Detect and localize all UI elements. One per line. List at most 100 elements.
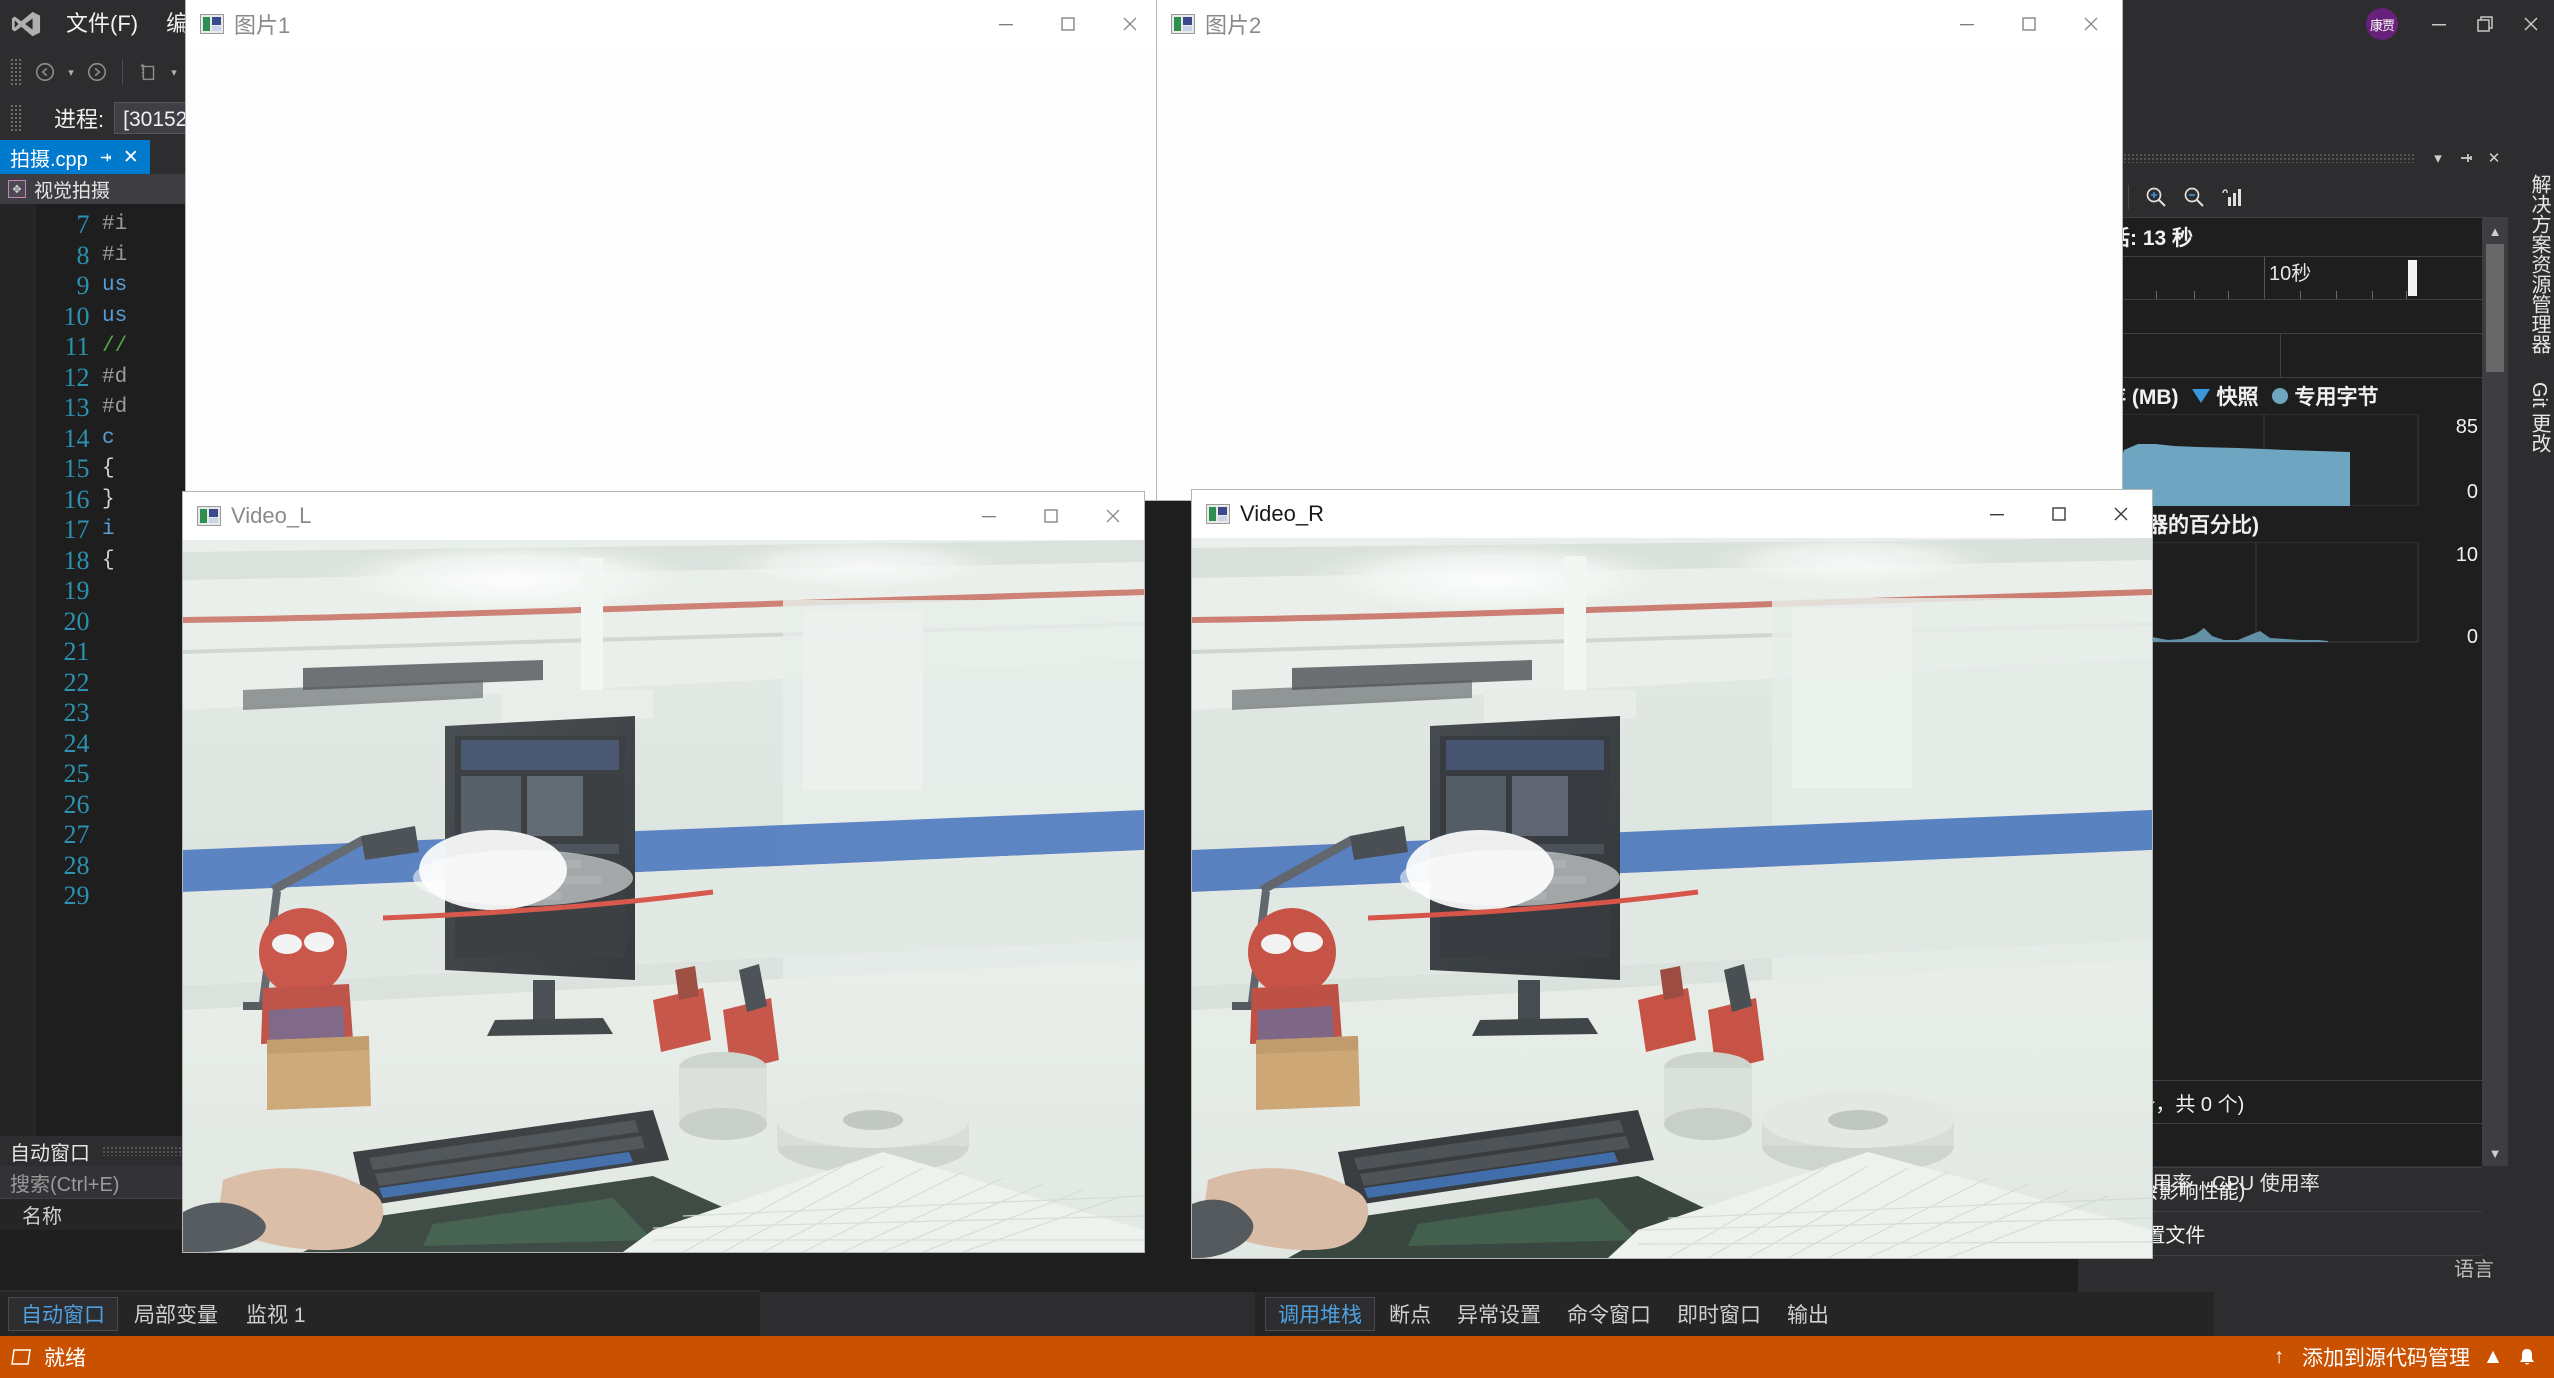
- maximize-icon[interactable]: [1998, 0, 2060, 48]
- timeline-tick: [2336, 291, 2337, 299]
- camera-feed-right[interactable]: [1192, 538, 2152, 1258]
- tab-autos[interactable]: 自动窗口: [8, 1297, 118, 1331]
- private-bytes-marker-icon: [2272, 388, 2288, 404]
- diagnostic-scrollbar[interactable]: ▲ ▼: [2482, 218, 2508, 1166]
- autos-panel-title: 自动窗口: [10, 1137, 90, 1166]
- minimize-icon[interactable]: [958, 492, 1020, 540]
- close-icon[interactable]: [1082, 492, 1144, 540]
- navigate-backward-dropdown-icon[interactable]: ▾: [62, 55, 80, 89]
- nav-scope-label[interactable]: 视觉拍摄: [34, 176, 110, 203]
- pin-icon[interactable]: [98, 150, 113, 165]
- source-control-label[interactable]: 添加到源代码管理: [2302, 1342, 2470, 1372]
- close-icon[interactable]: [2060, 0, 2122, 48]
- pin-icon[interactable]: [2452, 144, 2480, 172]
- window-titlebar[interactable]: 图片1: [186, 0, 1161, 48]
- tab-exception-settings[interactable]: 异常设置: [1445, 1297, 1553, 1331]
- window-video-l[interactable]: Video_L: [183, 492, 1144, 1252]
- scrollbar-thumb[interactable]: [2486, 244, 2504, 372]
- line-number: 12: [36, 363, 96, 394]
- diagnostic-timeline[interactable]: 10秒: [2078, 256, 2482, 300]
- glyph-margin[interactable]: [0, 204, 36, 1258]
- window-pic2[interactable]: 图片2: [1157, 0, 2122, 500]
- window-pic1[interactable]: 图片1: [186, 0, 1161, 500]
- line-number: 9: [36, 271, 96, 302]
- chevron-up-icon[interactable]: ▲: [2482, 1346, 2504, 1368]
- toolbar-grip[interactable]: [10, 58, 22, 86]
- window-titlebar[interactable]: Video_L: [183, 492, 1144, 540]
- window-content[interactable]: [1157, 48, 2122, 500]
- zoom-out-icon[interactable]: [2177, 180, 2211, 214]
- panel-dropdown-icon[interactable]: ▾: [2424, 144, 2452, 172]
- restore-icon[interactable]: [2462, 0, 2508, 48]
- window-video-r[interactable]: Video_R: [1192, 490, 2152, 1258]
- avatar[interactable]: 康贾: [2366, 8, 2398, 40]
- camera-image: [1192, 538, 2152, 1258]
- window-title: Video_L: [231, 503, 311, 529]
- tab-output[interactable]: 输出: [1775, 1297, 1841, 1331]
- close-icon[interactable]: ✕: [123, 148, 139, 167]
- opencv-window-icon: [197, 506, 221, 526]
- maximize-icon[interactable]: [1020, 492, 1082, 540]
- process-memory-lane[interactable]: [2078, 334, 2482, 378]
- close-icon[interactable]: [1099, 0, 1161, 48]
- close-icon[interactable]: [2090, 490, 2152, 538]
- timeline-tick: [2194, 291, 2195, 299]
- memory-chart-title: 内存 (MB) 快照 专用字节: [2078, 378, 2482, 414]
- timeline-cursor[interactable]: [2408, 260, 2417, 296]
- legend-private-bytes[interactable]: 专用字节: [2272, 381, 2378, 411]
- close-icon[interactable]: ✕: [2480, 144, 2508, 172]
- title-bar-right: 康贾: [2366, 0, 2554, 48]
- panel-drag-dots[interactable]: [2119, 153, 2414, 163]
- bell-icon[interactable]: [2516, 1346, 2538, 1368]
- tab-call-stack[interactable]: 调用堆栈: [1265, 1297, 1375, 1331]
- vtab-git-changes[interactable]: Git 更改: [2508, 368, 2554, 467]
- line-number: 7: [36, 210, 96, 241]
- tab-command-window[interactable]: 命令窗口: [1555, 1297, 1663, 1331]
- line-number: 10: [36, 302, 96, 333]
- window-titlebar[interactable]: Video_R: [1192, 490, 2152, 538]
- tab-watch-1[interactable]: 监视 1: [234, 1297, 318, 1331]
- window-title: Video_R: [1240, 501, 1324, 527]
- new-item-icon[interactable]: [131, 55, 165, 89]
- tab-immediate-window[interactable]: 即时窗口: [1665, 1297, 1773, 1331]
- maximize-icon[interactable]: [2028, 490, 2090, 538]
- ready-icon: [10, 1346, 32, 1368]
- legend-snapshot[interactable]: 快照: [2192, 381, 2258, 411]
- opencv-window-icon: [200, 14, 224, 34]
- minimize-icon[interactable]: [975, 0, 1037, 48]
- line-number: 16: [36, 485, 96, 516]
- right-tool-tab-strip: 解决方案资源管理器 Git 更改: [2508, 140, 2554, 1292]
- line-number: 26: [36, 790, 96, 821]
- scroll-up-icon[interactable]: ▲: [2482, 218, 2508, 244]
- navigate-backward-icon[interactable]: [28, 55, 62, 89]
- snapshot-marker-icon: [2192, 389, 2210, 403]
- vtab-solution-explorer[interactable]: 解决方案资源管理器: [2508, 160, 2554, 368]
- events-lane[interactable]: [2078, 300, 2482, 334]
- camera-feed-left[interactable]: [183, 540, 1144, 1252]
- window-title: 图片1: [234, 8, 290, 40]
- zoom-in-icon[interactable]: [2139, 180, 2173, 214]
- process-bar-grip[interactable]: [10, 104, 22, 132]
- tab-paishe-cpp[interactable]: 拍摄.cpp ✕: [0, 140, 150, 174]
- maximize-icon[interactable]: [1037, 0, 1099, 48]
- new-item-dropdown-icon[interactable]: ▾: [165, 55, 183, 89]
- diagnostic-tools-header: 具 ▾ ✕: [2078, 140, 2508, 176]
- line-number: 19: [36, 576, 96, 607]
- minimize-icon[interactable]: [1966, 490, 2028, 538]
- minimize-icon[interactable]: [1936, 0, 1998, 48]
- window-content[interactable]: [186, 48, 1161, 500]
- window-titlebar[interactable]: 图片2: [1157, 0, 2122, 48]
- cpu-axis-max: 10: [2456, 544, 2478, 567]
- memory-axis-max: 85: [2456, 416, 2478, 439]
- scroll-down-icon[interactable]: ▼: [2482, 1140, 2508, 1166]
- tab-locals[interactable]: 局部变量: [122, 1297, 230, 1331]
- close-icon[interactable]: [2508, 0, 2554, 48]
- navigate-forward-icon[interactable]: [80, 55, 114, 89]
- minimize-icon[interactable]: [2416, 0, 2462, 48]
- line-number: 14: [36, 424, 96, 455]
- tab-breakpoints[interactable]: 断点: [1377, 1297, 1443, 1331]
- debug-tab-strip: 调用堆栈 断点 异常设置 命令窗口 即时窗口 输出: [1255, 1292, 2214, 1336]
- menu-file[interactable]: 文件(F): [52, 0, 152, 48]
- show-all-graphs-icon[interactable]: [2215, 180, 2249, 214]
- timeline-tick: [2406, 291, 2407, 299]
